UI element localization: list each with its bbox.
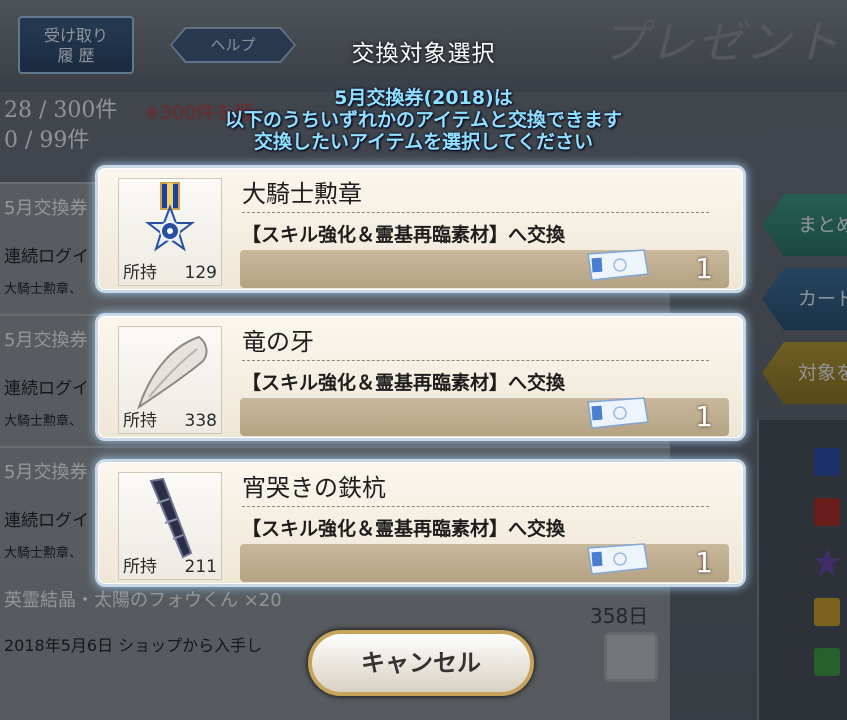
- exchange-target: 【スキル強化＆霊基再臨素材】へ交換: [242, 224, 566, 246]
- item-name: 宵哭きの鉄杭: [242, 474, 386, 502]
- iron-stake-icon: [149, 477, 193, 559]
- message-line-2: 以下のうちいずれかのアイテムと交換できます: [224, 109, 623, 131]
- item-icon-frame: 所持 129: [118, 178, 222, 286]
- item-icon-frame: 所持 338: [118, 326, 222, 434]
- owned-label: 所持: [123, 411, 157, 431]
- owned-label: 所持: [123, 557, 157, 577]
- item-icon-frame: 所持 211: [118, 472, 222, 580]
- divider: [242, 212, 709, 213]
- cost-bar: 1: [240, 249, 729, 288]
- exchange-target: 【スキル強化＆霊基再臨素材】へ交換: [242, 372, 566, 394]
- cost-quantity: 1: [695, 400, 713, 433]
- cost-bar: 1: [240, 397, 729, 436]
- item-name: 竜の牙: [242, 328, 314, 356]
- divider: [242, 360, 709, 361]
- exchange-ticket-icon: [587, 543, 649, 575]
- message-line-1: 5月交換券(2018)は: [334, 87, 513, 109]
- divider: [242, 506, 709, 507]
- item-name: 大騎士勲章: [242, 180, 362, 208]
- exchange-option-card[interactable]: 所持 211 宵哭きの鉄杭 【スキル強化＆霊基再臨素材】へ交換 1: [95, 459, 746, 587]
- message-line-3: 交換したいアイテムを選択してください: [254, 131, 593, 153]
- exchange-option-card[interactable]: 所持 129 大騎士勲章 【スキル強化＆霊基再臨素材】へ交換 1: [95, 165, 746, 293]
- owned-label: 所持: [123, 263, 157, 283]
- cost-quantity: 1: [695, 546, 713, 579]
- owned-count: 338: [184, 411, 217, 431]
- cost-quantity: 1: [695, 252, 713, 285]
- exchange-target: 【スキル強化＆霊基再臨素材】へ交換: [242, 518, 566, 540]
- medal-icon: [145, 182, 195, 252]
- cancel-button[interactable]: キャンセル: [308, 630, 534, 696]
- dragon-fang-icon: [137, 335, 208, 410]
- owned-count: 129: [184, 263, 217, 283]
- exchange-ticket-icon: [587, 249, 649, 281]
- owned-count: 211: [184, 557, 217, 577]
- dialog-title: 交換対象選択: [351, 41, 496, 67]
- cost-bar: 1: [240, 543, 729, 582]
- exchange-ticket-icon: [587, 397, 649, 429]
- exchange-option-card[interactable]: 所持 338 竜の牙 【スキル強化＆霊基再臨素材】へ交換 1: [95, 313, 746, 441]
